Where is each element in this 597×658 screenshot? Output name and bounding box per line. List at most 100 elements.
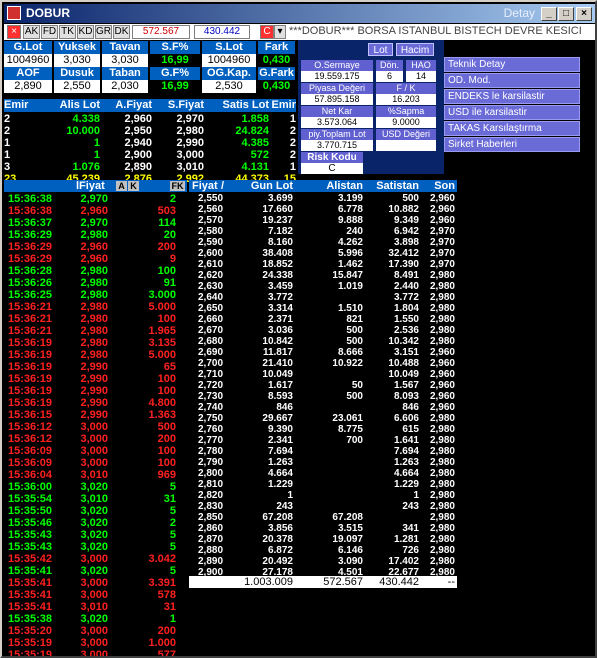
dist-cell: 2,980 (429, 556, 455, 567)
dist-cell: 2,980 (429, 325, 455, 336)
c-button[interactable]: C (260, 25, 274, 39)
menu-item-0[interactable]: Teknik Detay (444, 57, 580, 72)
trade-time: 15:35:54 (8, 493, 53, 505)
trade-time: 15:36:09 (8, 445, 53, 457)
distribution-row: 2,690 11.817 8.666 3.151 2,960 (189, 347, 457, 358)
trade-lot: 2 (169, 193, 176, 205)
distribution-row: 2,830 243 243 2,980 (189, 501, 457, 512)
trade-price: 3,010 (80, 493, 108, 505)
trade-row: 15:35:41 3,020 5 (4, 565, 187, 577)
sort-icon[interactable]: / (221, 180, 224, 192)
dist-cell: 243 (402, 501, 419, 512)
trade-lot: 4.800 (148, 397, 176, 409)
usd-label[interactable]: USD Değeri (376, 129, 436, 140)
dist-cell: 6.872 (267, 545, 293, 556)
minimize-icon[interactable]: _ (541, 7, 557, 21)
trades-fk-button[interactable]: FK (170, 181, 185, 191)
dist-cell: 3.772 (393, 292, 419, 303)
dropdown-icon[interactable]: ▾ (274, 25, 286, 39)
depth-cell: 1 (93, 149, 100, 161)
trade-row: 15:35:46 3,020 2 (4, 517, 187, 529)
trade-time: 15:36:00 (8, 481, 53, 493)
dist-cell: 7.694 (393, 446, 419, 457)
distribution-row: 2,860 3.856 3.515 341 2,980 (189, 523, 457, 534)
trade-price: 3,000 (80, 589, 108, 601)
dist-header-2: Alistan (326, 180, 363, 192)
maximize-icon[interactable]: □ (558, 7, 574, 21)
dist-cell: 2,570 (198, 215, 224, 226)
dist-cell: 341 (402, 523, 419, 534)
close-icon[interactable]: × (576, 7, 592, 21)
dist-cell: 500 (346, 325, 363, 336)
menu-item-5[interactable]: Sirket Haberleri (444, 137, 580, 152)
depth-cell: 1.076 (72, 161, 100, 173)
dist-cell: 2,960 (429, 402, 455, 413)
trade-lot: 5 (169, 505, 176, 517)
trade-lot: 100 (157, 457, 176, 469)
dist-cell: 2,980 (429, 446, 455, 457)
trade-time: 15:36:19 (8, 373, 53, 385)
menu-item-4[interactable]: TAKAS Karsılaştırma (444, 121, 580, 136)
trade-lot: 500 (157, 421, 176, 433)
lot-tab[interactable]: Lot (368, 43, 393, 56)
trade-row: 15:36:21 2,980 100 (4, 313, 187, 325)
trades-k-button[interactable]: K (128, 181, 139, 191)
menu-item-2[interactable]: ENDEKS le karsilastir (444, 89, 580, 104)
title-bar[interactable]: DOBUR Detay _ □ × (4, 4, 595, 23)
trade-row: 15:35:41 3,010 31 (4, 601, 187, 613)
dist-cell: 2,700 (198, 358, 224, 369)
dist-cell: 6.778 (337, 204, 363, 215)
news-ticker: ***DOBUR*** BORSA ISTANBUL BISTECH DEVRE… (289, 25, 582, 37)
dist-cell: 10.488 (388, 358, 419, 369)
hacim-tab[interactable]: Hacim (396, 43, 434, 56)
trade-price: 3,020 (80, 565, 108, 577)
dist-cell: 7.182 (267, 226, 293, 237)
dist-cell: 29.667 (262, 413, 293, 424)
trade-lot: 20 (163, 229, 176, 241)
toolbar-button-kd[interactable]: KD (77, 25, 94, 39)
toolbar-button-dk[interactable]: DK (113, 25, 130, 39)
toolbar-button-fd[interactable]: FD (41, 25, 58, 39)
don-value: 6 (376, 71, 403, 82)
menu-item-3[interactable]: USD ile karsilastir (444, 105, 580, 120)
trade-lot: 3.135 (148, 337, 176, 349)
dist-cell: 2,590 (198, 237, 224, 248)
trade-price: 2,980 (80, 301, 108, 313)
trade-row: 15:35:54 3,010 31 (4, 493, 187, 505)
toolbar-button-tk[interactable]: TK (59, 25, 76, 39)
summary-value-3-2: 2,030 (102, 80, 148, 93)
distribution-row: 2,720 1.617 50 1.567 2,960 (189, 380, 457, 391)
trades-a-button[interactable]: A (116, 181, 127, 191)
summary-header-0-4: S.Lot (202, 41, 256, 54)
dist-cell: 24.338 (262, 270, 293, 281)
dist-cell: 2,980 (429, 534, 455, 545)
summary-value-3-5: 0,430 (258, 80, 295, 93)
trade-row: 15:36:37 2,970 114 (4, 217, 187, 229)
piyasa-label: Piyasa Değeri (301, 83, 373, 94)
depth-cell: 2,900 (124, 149, 152, 161)
trade-price: 2,980 (80, 313, 108, 325)
trade-row: 15:35:19 3,000 577 (4, 649, 187, 656)
trade-lot: 200 (157, 241, 176, 253)
total-cell: 1.003.009 (244, 576, 293, 588)
distribution-row: 2,670 3.036 500 2.536 2,980 (189, 325, 457, 336)
sapma-value: 9.0000 (376, 117, 436, 128)
summary-header-0-1: Yuksek (54, 41, 100, 54)
dist-cell: 2,980 (429, 457, 455, 468)
dist-cell: 2,620 (198, 270, 224, 281)
close-tab-icon[interactable]: × (7, 25, 21, 39)
dist-cell: 2,960 (429, 215, 455, 226)
toolbar-button-ak[interactable]: AK (23, 25, 40, 39)
dist-cell: 3.314 (267, 303, 293, 314)
menu-item-1[interactable]: OD. Mod. (444, 73, 580, 88)
dist-cell: 7.694 (267, 446, 293, 457)
dist-cell: 3.459 (267, 281, 293, 292)
dist-cell: 1.229 (393, 479, 419, 490)
depth-cell: 2 (4, 113, 11, 125)
summary-header-2-0: AOF (4, 67, 52, 80)
toolbar-button-gr[interactable]: GR (95, 25, 112, 39)
dist-cell: 1.019 (337, 281, 363, 292)
fk-value: 16.203 (376, 94, 436, 105)
dist-cell: 2,870 (198, 534, 224, 545)
trade-price: 2,960 (80, 253, 108, 265)
